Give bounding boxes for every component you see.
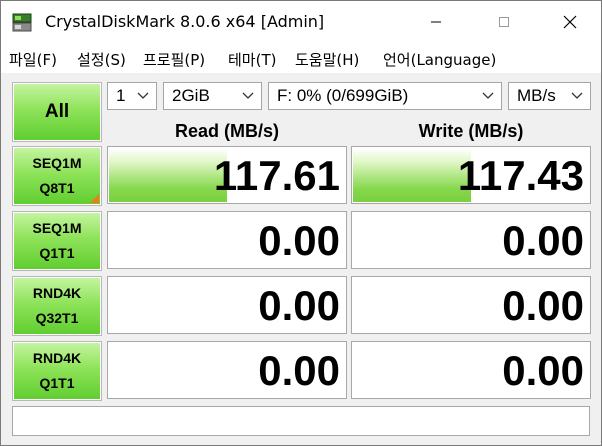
read-value: 0.00: [258, 347, 340, 394]
test-params: Q1T1: [39, 375, 75, 391]
write-value: 0.00: [502, 347, 584, 394]
size-value: 2GiB: [172, 86, 210, 105]
write-value: 0.00: [502, 217, 584, 264]
menu-profile[interactable]: 프로필(P): [143, 49, 205, 70]
minimize-icon: [431, 21, 441, 23]
title-bar[interactable]: CrystalDiskMark 8.0.6 x64 [Admin]: [1, 1, 601, 43]
menu-settings[interactable]: 설정(S): [77, 49, 126, 70]
minimize-button[interactable]: [413, 1, 459, 43]
test-name: SEQ1M: [32, 155, 82, 171]
drive-value: F: 0% (0/699GiB): [277, 86, 409, 105]
read-result-cell: 0.00: [107, 211, 347, 269]
count-value: 1: [116, 86, 126, 105]
chevron-down-icon: [482, 92, 494, 99]
test-button-rnd4k-q1t1[interactable]: RND4K Q1T1: [12, 341, 102, 401]
menu-file[interactable]: 파일(F): [9, 49, 57, 70]
unit-value: MB/s: [517, 86, 556, 105]
chevron-down-icon: [571, 92, 583, 99]
test-name: RND4K: [32, 285, 82, 301]
write-value: 0.00: [502, 282, 584, 329]
app-window: CrystalDiskMark 8.0.6 x64 [Admin] 파일(F) …: [0, 0, 602, 446]
menu-language[interactable]: 언어(Language): [383, 49, 496, 70]
test-params: Q32T1: [35, 310, 79, 326]
write-column-header: Write (MB/s): [418, 121, 524, 141]
unit-select[interactable]: MB/s: [508, 82, 591, 110]
maximize-button[interactable]: [481, 1, 527, 43]
read-result-cell: 117.61: [107, 146, 347, 204]
write-result-cell: 0.00: [351, 276, 591, 334]
read-result-cell: 0.00: [107, 276, 347, 334]
all-button[interactable]: All: [12, 82, 102, 142]
read-value: 117.61: [213, 152, 340, 199]
count-select[interactable]: 1: [107, 82, 157, 110]
test-name: RND4K: [32, 350, 82, 366]
chevron-down-icon: [137, 92, 149, 99]
maximize-icon: [499, 17, 509, 27]
menu-theme[interactable]: 테마(T): [228, 49, 276, 70]
window-title: CrystalDiskMark 8.0.6 x64 [Admin]: [45, 12, 325, 31]
write-progress-bar: [353, 148, 471, 202]
size-select[interactable]: 2GiB: [163, 82, 262, 110]
benchmark-panel: All 1 2GiB F: 0% (0/699GiB) MB/s Read (M…: [1, 73, 601, 445]
read-result-cell: 0.00: [107, 341, 347, 399]
test-button-seq1m-q1t1[interactable]: SEQ1M Q1T1: [12, 211, 102, 271]
write-result-cell: 0.00: [351, 341, 591, 399]
test-button-seq1m-q8t1[interactable]: SEQ1M Q8T1: [12, 146, 102, 206]
selected-corner-marker: [90, 194, 99, 203]
test-params: Q1T1: [39, 245, 75, 261]
close-button[interactable]: [547, 1, 593, 43]
status-bar: [12, 406, 590, 436]
disk-icon: [12, 13, 32, 32]
test-params: Q8T1: [39, 180, 75, 196]
test-name: SEQ1M: [32, 220, 82, 236]
close-icon: [563, 15, 577, 29]
test-button-rnd4k-q32t1[interactable]: RND4K Q32T1: [12, 276, 102, 336]
menu-bar: 파일(F) 설정(S) 프로필(P) 테마(T) 도움말(H) 언어(Langu…: [1, 43, 601, 73]
read-progress-bar: [109, 148, 227, 202]
read-value: 0.00: [258, 217, 340, 264]
write-value: 117.43: [457, 152, 584, 199]
write-result-cell: 0.00: [351, 211, 591, 269]
chevron-down-icon: [242, 92, 254, 99]
write-result-cell: 117.43: [351, 146, 591, 204]
drive-select[interactable]: F: 0% (0/699GiB): [268, 82, 502, 110]
menu-help[interactable]: 도움말(H): [295, 49, 359, 70]
read-column-header: Read (MB/s): [174, 121, 279, 141]
read-value: 0.00: [258, 282, 340, 329]
